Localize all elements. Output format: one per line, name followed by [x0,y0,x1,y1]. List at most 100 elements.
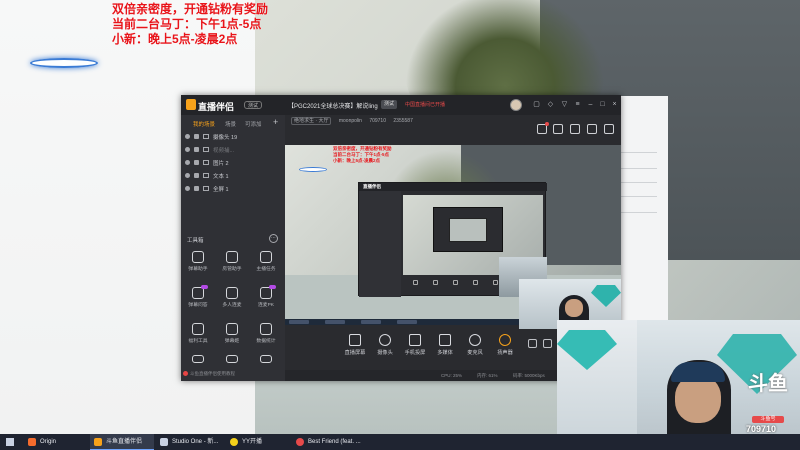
taskbar-item-live-companion[interactable]: 斗鱼直播伴侣 [90,434,154,450]
add-source-button[interactable]: + [273,117,278,127]
tool-pk[interactable]: 连麦PK [251,285,281,313]
calendar-icon [226,323,238,335]
version-badge[interactable]: 测试 [244,101,263,109]
tool-danmu-ji[interactable]: 弹幕姬 [217,323,247,349]
taskbar-label: Best Friend (feat. ... [308,439,361,445]
tool-welfare[interactable]: 福利工具 [183,323,213,349]
speaker-button[interactable]: 扬声器 [489,334,521,362]
camera-icon [203,134,209,139]
host-name: moonpolin [338,118,362,124]
chat-icon[interactable]: ▢ [532,100,541,109]
tab-addable[interactable]: 可添加 [245,120,262,128]
shirt-icon[interactable]: ▽ [560,100,569,109]
slider-track[interactable] [617,212,657,213]
microphone-icon [469,334,481,346]
danmu-icon [192,251,204,263]
source-item[interactable]: 视频捕... [185,144,281,155]
tool-fans[interactable] [183,355,213,369]
webcam-main: 斗鱼 斗鱼号 709710 [557,320,800,434]
taskbar-item-studio-one[interactable]: Studio One - 新... [156,434,224,450]
tab-scenes[interactable]: 场景 [225,120,236,128]
yy-icon [230,438,238,446]
record-icon[interactable] [528,339,537,348]
lock-icon[interactable] [194,160,199,165]
room-id-badge: 斗鱼号 [752,416,784,423]
manager-icon [226,251,238,263]
windows-start-icon[interactable] [6,438,14,446]
eye-icon[interactable] [185,186,190,191]
eye-icon[interactable] [185,160,190,165]
tool-room-manager[interactable]: 房管助手 [217,251,247,277]
tool-danmu-helper[interactable]: 弹幕助手 [183,251,213,277]
tool-stats[interactable]: 数据统计 [251,323,281,349]
eye-icon[interactable] [185,147,190,152]
menu-icon[interactable]: ≡ [573,100,582,109]
lock-icon[interactable] [194,173,199,178]
settings-icon[interactable] [543,339,552,348]
nested-logo: 直播伴侣 [363,184,381,189]
source-item[interactable]: 全屏 1 [185,183,281,194]
preview-promo-line: 小新：晚上5点-凌晨2点 [333,158,381,163]
screen-capture-button[interactable]: 直播屏幕 [339,334,371,362]
nested-deepest-window [449,218,487,242]
music-icon [296,438,304,446]
gift-box-icon[interactable] [537,122,549,134]
slider-track[interactable] [617,168,657,169]
app-logo-text: 直播伴侣 [198,102,235,112]
source-label: 全屏 1 [213,187,229,193]
toolbox-more-button[interactable]: ⋯ [269,234,278,243]
slider-track[interactable] [617,196,657,197]
tool-danmu-quiz[interactable]: 弹幕问答 [183,285,213,313]
room-title[interactable]: 【PGC2021全球总决赛】解说ling [288,101,378,110]
streamer-cap [671,362,725,382]
speaker-icon [499,334,511,346]
fullscreen-icon [203,186,209,191]
taskbar-item-yy[interactable]: YY开播 [226,434,288,450]
microphone-button[interactable]: 麦克风 [459,334,491,362]
camera-button[interactable]: 摄像头 [369,334,401,362]
source-item[interactable]: 图片 2 [185,157,281,168]
cpu-stat: CPU: 25% [441,373,463,378]
fans-icon [192,355,204,363]
close-icon[interactable]: × [610,100,619,109]
lock-icon[interactable] [194,134,199,139]
slider-track[interactable] [617,152,657,153]
taskbar-item-origin[interactable]: Origin [24,434,90,450]
text-icon [203,173,209,178]
image-icon [203,160,209,165]
lock-icon[interactable] [553,124,563,134]
slider-track[interactable] [617,182,657,183]
source-item[interactable]: 摄像头 19 [185,131,281,142]
share-icon[interactable] [604,124,614,134]
eye-icon[interactable] [185,173,190,178]
lock-icon[interactable] [194,147,199,152]
tool-download[interactable] [217,355,247,369]
ufo-icon [30,58,98,68]
maximize-icon[interactable]: □ [598,100,607,109]
phone-cast-button[interactable]: 手机投屏 [399,334,431,362]
tab-my-scenes[interactable]: 我的场景 [193,120,215,128]
tool-multi-link[interactable]: 多人连麦 [217,287,247,313]
preview-promo: 双倍亲密度，开通钻粉有奖励 当前二台马丁：下午1点-5点 小新：晚上5点-凌晨2… [333,146,392,164]
fan-count: 2355587 [393,118,413,124]
taskbar-label: Origin [40,439,57,445]
bell-icon[interactable] [587,124,597,134]
taskbar-item-music[interactable]: Best Friend (feat. ... [292,434,364,450]
lock-icon[interactable] [194,186,199,191]
minimize-icon[interactable]: – [586,100,595,109]
eye-icon[interactable] [185,134,190,139]
room-category[interactable]: 绝地求生 · 大厅 [291,117,332,125]
camera-icon [379,334,391,346]
source-item[interactable]: 文本 1 [185,170,281,181]
tool-host-task[interactable]: 主播任务 [251,251,281,277]
source-label: 摄像头 19 [213,135,238,141]
link-icon [226,287,238,299]
nested-control-icon [433,280,438,285]
tutorial-link[interactable]: 斗鱼直播伴侣使用教程 [183,371,235,377]
shop-icon[interactable] [570,124,580,134]
avatar[interactable] [510,99,522,111]
media-button[interactable]: 多媒体 [429,334,461,362]
gift-icon[interactable]: ◇ [546,100,555,109]
live-companion-window: 直播伴侣 测试 【PGC2021全球总决赛】解说ling 测试 中国直播间已开播… [181,95,621,381]
tool-more[interactable] [251,355,281,369]
